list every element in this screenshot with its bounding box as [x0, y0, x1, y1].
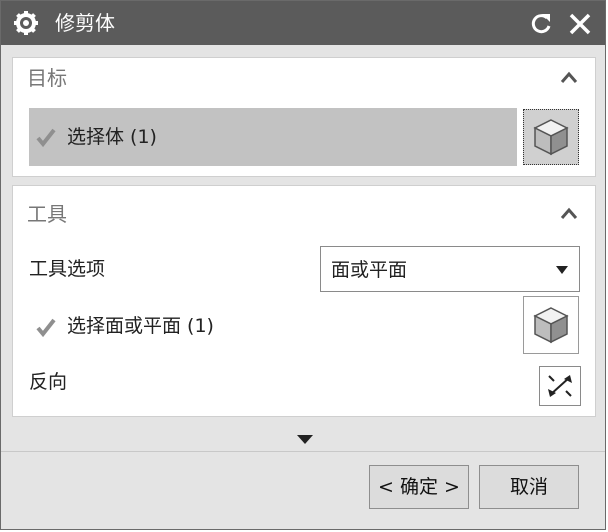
title-bar[interactable]: 修剪体 — [1, 1, 605, 45]
target-group: 目标 选择体 (1) — [12, 57, 596, 177]
gear-icon — [14, 11, 38, 35]
select-body-button[interactable] — [523, 109, 579, 165]
dialog-title: 修剪体 — [55, 11, 115, 35]
reverse-label: 反向 — [29, 371, 68, 393]
close-icon[interactable] — [567, 11, 593, 37]
chevron-up-icon[interactable] — [559, 206, 579, 220]
reverse-direction-icon — [548, 375, 572, 397]
trim-body-dialog: 修剪体 目标 选择体 (1) 工具 工具选项 面或平面 选择面或平面 (1) 反… — [0, 0, 606, 530]
cancel-button[interactable]: 取消 — [479, 465, 579, 509]
check-icon — [36, 128, 56, 148]
tool-group: 工具 工具选项 面或平面 选择面或平面 (1) 反向 — [12, 185, 596, 417]
reverse-direction-button[interactable] — [539, 366, 581, 406]
tool-option-value: 面或平面 — [331, 259, 408, 281]
cube-icon — [533, 119, 569, 156]
tool-option-dropdown[interactable]: 面或平面 — [320, 246, 580, 292]
select-body-label: 选择体 (1) — [67, 126, 157, 148]
tool-option-label: 工具选项 — [29, 258, 106, 280]
chevron-down-icon — [556, 266, 568, 274]
check-icon — [36, 318, 56, 338]
select-face-label[interactable]: 选择面或平面 (1) — [67, 313, 214, 339]
chevron-down-icon[interactable] — [295, 433, 315, 445]
target-group-title: 目标 — [27, 66, 67, 90]
divider — [1, 451, 605, 452]
select-body-row[interactable]: 选择体 (1) — [29, 108, 517, 166]
ok-button[interactable]: < 确定 > — [369, 465, 469, 509]
tool-group-title: 工具 — [27, 202, 67, 226]
cube-icon — [533, 307, 569, 344]
chevron-up-icon[interactable] — [559, 70, 579, 84]
select-face-button[interactable] — [523, 296, 579, 354]
reset-icon[interactable] — [528, 11, 554, 37]
